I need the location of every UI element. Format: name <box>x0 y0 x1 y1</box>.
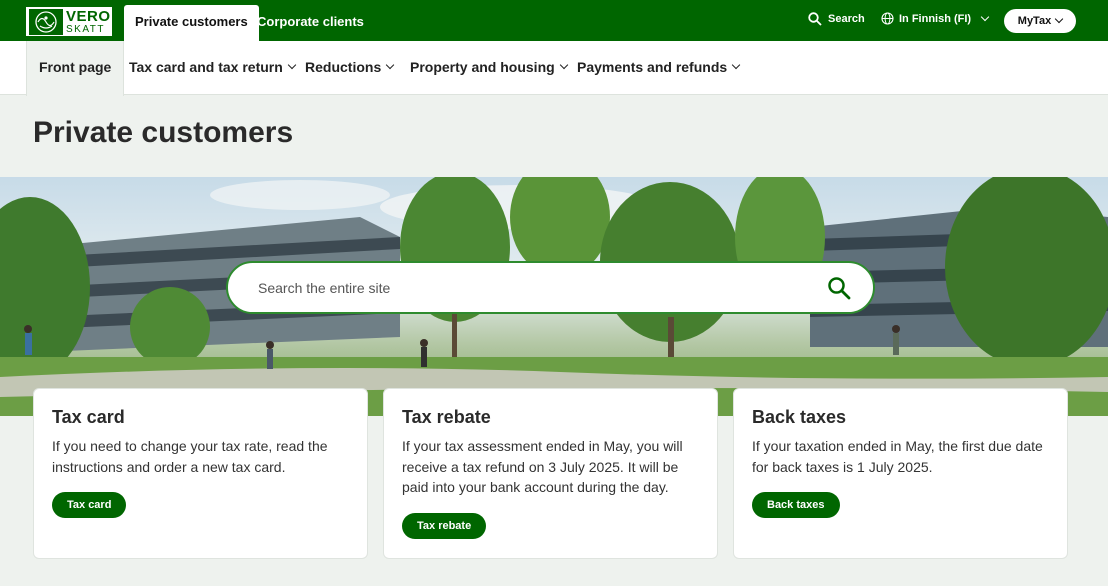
search-input[interactable]: Search the entire site <box>258 280 390 296</box>
card-text: If your tax assessment ended in May, you… <box>402 438 683 495</box>
tax-rebate-button[interactable]: Tax rebate <box>402 512 487 539</box>
chevron-down-icon <box>559 60 568 70</box>
card-title: Tax card <box>52 407 125 427</box>
vero-seal-logo <box>29 8 63 35</box>
top-bar: VERO SKATT Private customers Corporate c… <box>0 0 1108 41</box>
card-title: Tax rebate <box>402 407 491 427</box>
tab-corporate-clients[interactable]: Corporate clients <box>257 5 364 41</box>
chevron-down-icon <box>1054 14 1064 24</box>
card-tax-card: Tax card If you need to change your tax … <box>33 388 368 559</box>
card-title: Back taxes <box>752 407 847 427</box>
globe-icon <box>881 12 894 25</box>
site-search-box[interactable]: Search the entire site <box>226 261 875 314</box>
nav-item-reductions[interactable]: Reductions <box>305 41 395 93</box>
language-selector[interactable]: In Finnish (FI) <box>881 12 990 25</box>
nav-item-label: Reductions <box>305 59 382 75</box>
card-text: If your taxation ended in May, the first… <box>752 438 1043 475</box>
mytax-label: MyTax <box>1017 15 1052 27</box>
tab-private-customers[interactable]: Private customers <box>124 5 259 41</box>
chevron-down-icon <box>980 12 990 21</box>
page-title: Private customers <box>33 116 294 149</box>
card-back-taxes: Back taxes If your taxation ended in May… <box>733 388 1068 559</box>
header-search-label: Search <box>828 13 865 25</box>
nav-item-label: Tax card and tax return <box>129 59 283 75</box>
search-icon <box>808 12 822 26</box>
search-icon[interactable] <box>827 276 851 300</box>
vero-logo[interactable]: VERO SKATT <box>26 7 112 36</box>
nav-item-label: Payments and refunds <box>577 59 728 75</box>
logo-text-vero: VERO <box>66 7 111 25</box>
nav-item-property-and-housing[interactable]: Property and housing <box>410 41 568 93</box>
logo-text-skatt: SKATT <box>66 23 105 35</box>
chevron-down-icon <box>385 60 395 70</box>
chevron-down-icon <box>731 60 741 70</box>
main-navigation: Front page Tax card and tax return Reduc… <box>0 41 1108 96</box>
header-search-button[interactable]: Search <box>808 12 865 26</box>
language-label: In Finnish (FI) <box>899 12 972 25</box>
nav-item-tax-card-and-tax-return[interactable]: Tax card and tax return <box>129 41 297 93</box>
nav-item-payments-and-refunds[interactable]: Payments and refunds <box>577 41 741 93</box>
chevron-down-icon <box>287 60 297 70</box>
mytax-button[interactable]: MyTax <box>1004 9 1076 33</box>
back-taxes-button[interactable]: Back taxes <box>752 492 840 518</box>
card-tax-rebate: Tax rebate If your tax assessment ended … <box>383 388 718 559</box>
nav-item-label: Property and housing <box>410 59 555 75</box>
card-text: If you need to change your tax rate, rea… <box>52 438 328 475</box>
nav-item-front-page[interactable]: Front page <box>26 41 125 96</box>
tax-card-button[interactable]: Tax card <box>52 492 127 518</box>
